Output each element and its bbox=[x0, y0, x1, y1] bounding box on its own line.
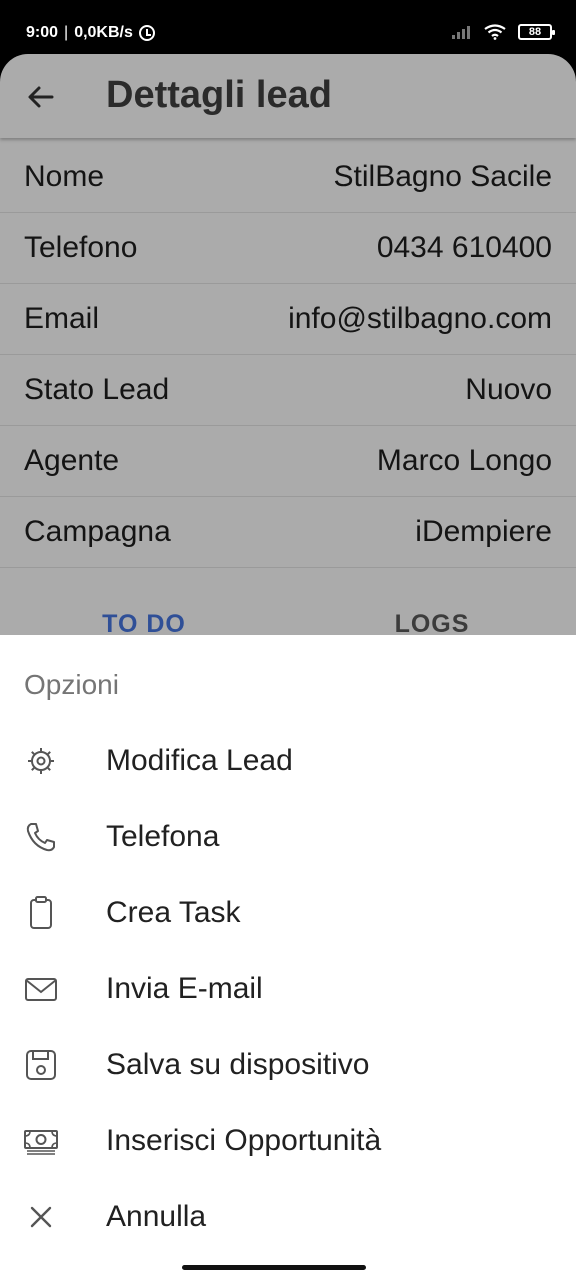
save-icon bbox=[26, 1050, 56, 1080]
network-speed: 0,0KB/s bbox=[74, 24, 133, 41]
detail-row-telefono[interactable]: Telefono 0434 610400 bbox=[0, 213, 576, 284]
app-bar: Dettagli lead bbox=[0, 54, 576, 138]
option-crea-task[interactable]: Crea Task bbox=[0, 875, 576, 951]
money-icon bbox=[24, 1130, 58, 1155]
option-label: Salva su dispositivo bbox=[106, 1048, 370, 1081]
envelope-icon bbox=[25, 978, 57, 1001]
option-annulla[interactable]: Annulla bbox=[0, 1179, 576, 1255]
battery-icon: 88 bbox=[518, 24, 555, 40]
close-icon bbox=[30, 1206, 52, 1228]
page-title: Dettagli lead bbox=[106, 74, 332, 116]
option-label: Annulla bbox=[106, 1200, 207, 1233]
detail-row-stato-lead: Stato Lead Nuovo bbox=[0, 355, 576, 426]
detail-row-agente: Agente Marco Longo bbox=[0, 426, 576, 497]
options-bottom-sheet: Opzioni Modifica Lead Telefona Crea Task… bbox=[0, 635, 576, 1280]
detail-value: Marco Longo bbox=[376, 444, 552, 477]
option-salva-dispositivo[interactable]: Salva su dispositivo bbox=[0, 1027, 576, 1103]
gear-icon bbox=[28, 748, 54, 774]
option-modifica-lead[interactable]: Modifica Lead bbox=[0, 723, 576, 799]
detail-label: Agente bbox=[24, 444, 120, 477]
wifi-icon bbox=[484, 24, 506, 40]
lead-details: Nome StilBagno Sacile Telefono 0434 6104… bbox=[0, 142, 576, 568]
detail-value: iDempiere bbox=[415, 515, 552, 548]
status-separator: | bbox=[64, 24, 69, 41]
detail-label: Stato Lead bbox=[24, 373, 170, 406]
battery-level: 88 bbox=[528, 26, 542, 38]
signal-icon bbox=[452, 25, 472, 39]
status-right: 88 bbox=[452, 24, 555, 40]
status-time: 9:00 bbox=[26, 24, 59, 41]
option-label: Modifica Lead bbox=[106, 744, 293, 777]
status-left: 9:00 | 0,0KB/s bbox=[26, 24, 155, 42]
detail-row-nome: Nome StilBagno Sacile bbox=[0, 142, 576, 213]
alarm-icon bbox=[138, 25, 155, 41]
detail-label: Campagna bbox=[24, 515, 171, 548]
option-telefona[interactable]: Telefona bbox=[0, 799, 576, 875]
option-label: Invia E-mail bbox=[106, 972, 263, 1005]
back-arrow-icon[interactable] bbox=[24, 80, 58, 114]
home-indicator[interactable] bbox=[182, 1265, 366, 1270]
option-inserisci-opportunita[interactable]: Inserisci Opportunità bbox=[0, 1103, 576, 1179]
status-bar: 9:00 | 0,0KB/s 88 bbox=[0, 0, 576, 58]
option-invia-email[interactable]: Invia E-mail bbox=[0, 951, 576, 1027]
detail-value: Nuovo bbox=[465, 373, 552, 406]
phone-icon bbox=[26, 823, 55, 852]
detail-value: info@stilbagno.com bbox=[288, 302, 552, 335]
detail-label: Telefono bbox=[24, 231, 138, 264]
detail-row-email[interactable]: Email info@stilbagno.com bbox=[0, 284, 576, 355]
detail-row-campagna: Campagna iDempiere bbox=[0, 497, 576, 568]
option-label: Telefona bbox=[106, 820, 220, 853]
detail-label: Nome bbox=[24, 160, 105, 193]
clipboard-icon bbox=[30, 896, 52, 929]
options-list: Modifica Lead Telefona Crea Task Invia E… bbox=[0, 723, 576, 1255]
detail-value: 0434 610400 bbox=[376, 231, 552, 264]
sheet-title: Opzioni bbox=[24, 669, 119, 700]
detail-label: Email bbox=[24, 302, 100, 335]
option-label: Inserisci Opportunità bbox=[106, 1124, 382, 1157]
option-label: Crea Task bbox=[106, 896, 241, 929]
detail-value: StilBagno Sacile bbox=[333, 160, 552, 193]
